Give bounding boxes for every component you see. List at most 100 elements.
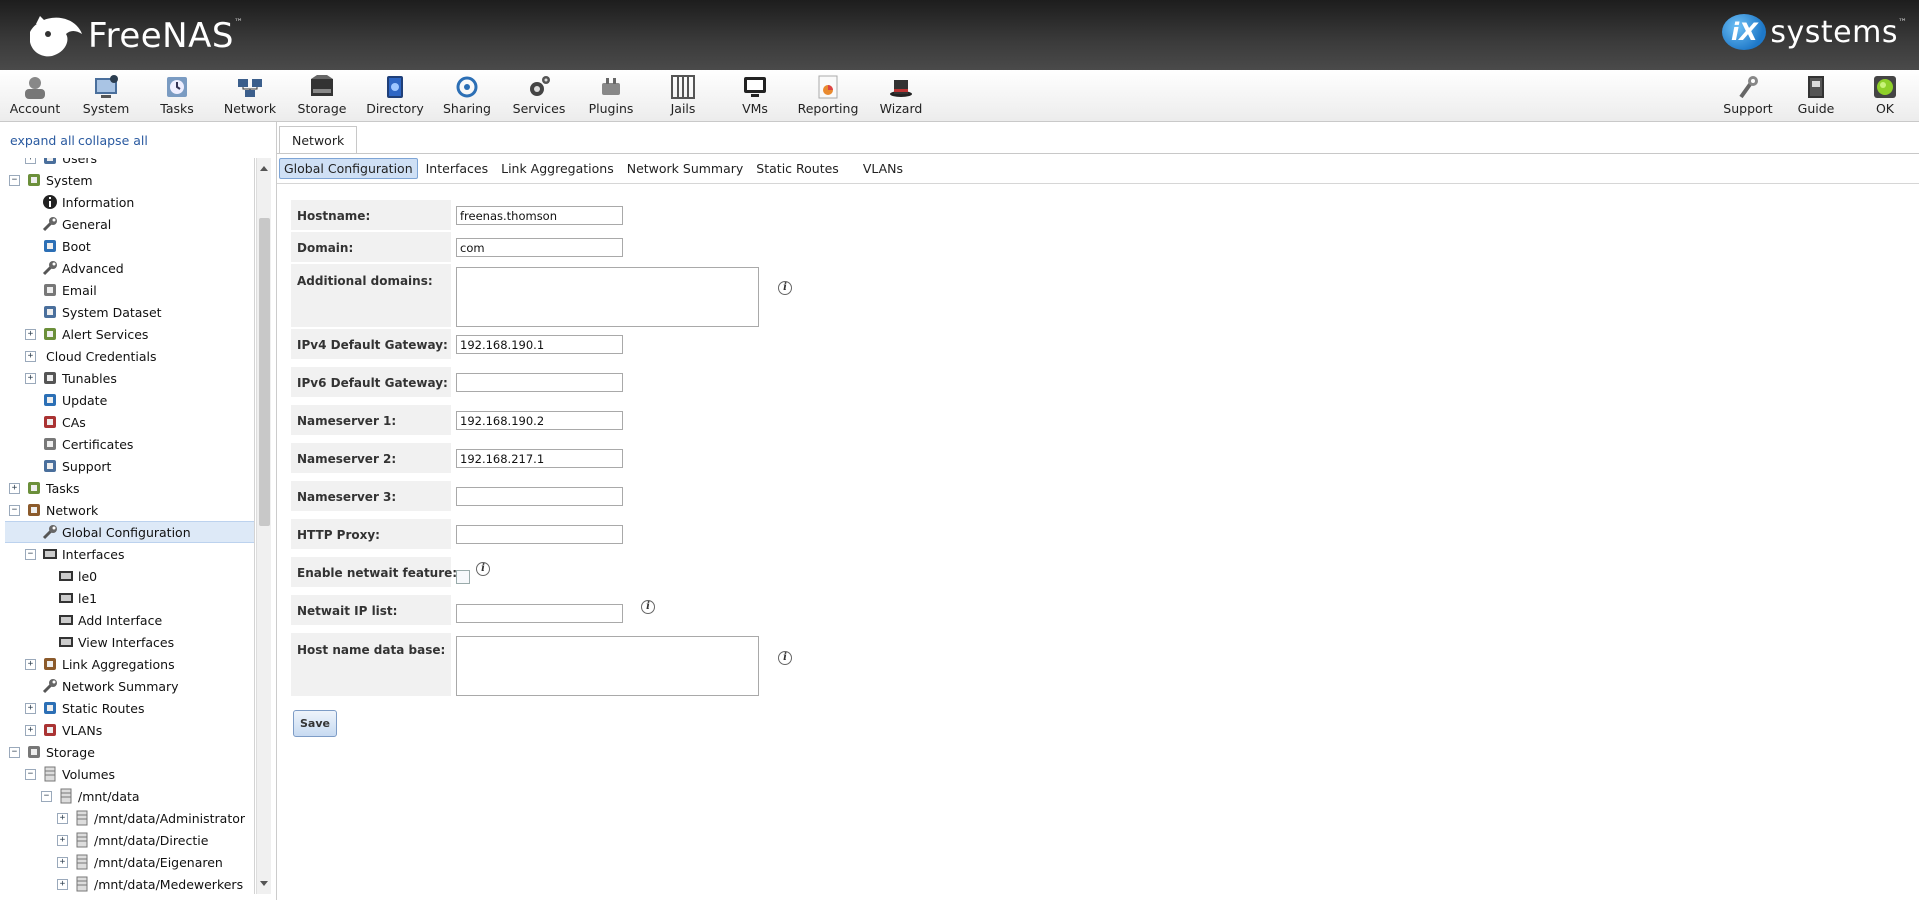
tree-item[interactable]: Boot — [5, 235, 254, 257]
toolbar-support-button[interactable]: Support — [1714, 73, 1782, 119]
tree-item[interactable]: Network Summary — [5, 675, 254, 697]
netwait-ip-input[interactable] — [456, 604, 623, 623]
tree-scrollbar[interactable] — [256, 158, 271, 894]
tree-item[interactable]: CAs — [5, 411, 254, 433]
link-aggregation-icon — [44, 658, 56, 670]
tree-item[interactable]: − Interfaces — [5, 543, 254, 565]
collapse-toggle-icon[interactable]: − — [25, 548, 36, 560]
expand-toggle-icon[interactable]: + — [57, 812, 68, 824]
toolbar-directory-button[interactable]: Directory — [361, 73, 429, 119]
tree-item[interactable]: − /mnt/data — [5, 785, 254, 807]
subtab-static-routes[interactable]: Static Routes — [751, 158, 844, 179]
collapse-all-link[interactable]: collapse all — [78, 133, 148, 148]
toolbar-sharing-button[interactable]: Sharing — [433, 73, 501, 119]
tree-item[interactable]: + VLANs — [5, 719, 254, 741]
scroll-down-arrow-icon[interactable] — [260, 881, 268, 886]
expand-toggle-icon[interactable]: + — [25, 350, 36, 362]
tree-item[interactable]: le1 — [5, 587, 254, 609]
tree-item[interactable]: Update — [5, 389, 254, 411]
tree-item[interactable]: − System — [5, 169, 254, 191]
host-name-data-base-textarea[interactable] — [456, 636, 759, 696]
tree-item[interactable]: + Tasks — [5, 477, 254, 499]
tree-item[interactable]: Support — [5, 455, 254, 477]
toolbar-storage-button[interactable]: Storage — [288, 73, 356, 119]
toolbar-guide-button[interactable]: Guide — [1782, 73, 1850, 119]
tree-item[interactable]: + Link Aggregations — [5, 653, 254, 675]
subtab-vlans[interactable]: VLANs — [858, 158, 908, 179]
tree-item[interactable]: Certificates — [5, 433, 254, 455]
tree-item[interactable]: Advanced — [5, 257, 254, 279]
scroll-thumb[interactable] — [259, 218, 270, 526]
tree-item[interactable]: General — [5, 213, 254, 235]
tree-item[interactable]: Information — [5, 191, 254, 213]
expand-toggle-icon[interactable]: + — [25, 158, 36, 164]
tree-item[interactable]: Add Interface — [5, 609, 254, 631]
tree-item[interactable]: + /mnt/data/Administrator — [5, 807, 254, 829]
ipv6-gateway-input[interactable] — [456, 373, 623, 392]
expand-all-link[interactable]: expand all — [10, 133, 75, 148]
ipv4-gateway-input[interactable] — [456, 335, 623, 354]
expand-toggle-icon[interactable]: + — [25, 702, 36, 714]
tree-item[interactable]: le0 — [5, 565, 254, 587]
collapse-toggle-icon[interactable]: − — [9, 504, 20, 516]
expand-toggle-icon[interactable]: + — [25, 724, 36, 736]
toolbar-reporting-button[interactable]: Reporting — [794, 73, 862, 119]
subtab-network-summary[interactable]: Network Summary — [622, 158, 749, 179]
tree-item[interactable]: + Cloud Credentials — [5, 345, 254, 367]
collapse-toggle-icon[interactable]: − — [41, 790, 52, 802]
tree-item[interactable]: System Dataset — [5, 301, 254, 323]
nameserver1-input[interactable] — [456, 411, 623, 430]
hostname-input[interactable] — [456, 206, 623, 225]
domain-input[interactable] — [456, 238, 623, 257]
toolbar-plugins-button[interactable]: Plugins — [577, 73, 645, 119]
additional-domains-textarea[interactable] — [456, 267, 759, 327]
toolbar-vms-button[interactable]: VMs — [721, 73, 789, 119]
collapse-toggle-icon[interactable]: − — [25, 768, 36, 780]
subtab-interfaces[interactable]: Interfaces — [421, 158, 493, 179]
expand-toggle-icon[interactable]: + — [57, 856, 68, 868]
expand-toggle-icon[interactable]: + — [25, 328, 36, 340]
tree-item[interactable]: − Volumes — [5, 763, 254, 785]
tree-item[interactable]: + Users — [5, 158, 254, 169]
tree-item[interactable]: Email — [5, 279, 254, 301]
save-button[interactable]: Save — [293, 710, 337, 737]
tree-item[interactable]: + /mnt/data/Eigenaren — [5, 851, 254, 873]
tree-item[interactable]: + Static Routes — [5, 697, 254, 719]
netwait-ip-help-icon[interactable]: i — [641, 600, 655, 614]
toolbar-jails-button[interactable]: Jails — [649, 73, 717, 119]
toolbar-network-button[interactable]: Network — [216, 73, 284, 119]
toolbar-account-button[interactable]: Account — [1, 73, 69, 119]
additional-domains-help-icon[interactable]: i — [778, 281, 792, 295]
nameserver2-input[interactable] — [456, 449, 623, 468]
tree-item[interactable]: + Tunables — [5, 367, 254, 389]
host-name-data-base-help-icon[interactable]: i — [778, 651, 792, 665]
http-proxy-input[interactable] — [456, 525, 623, 544]
netwait-help-icon[interactable]: i — [476, 562, 490, 576]
tree-item[interactable]: + /mnt/data/Medewerkers — [5, 873, 254, 894]
toolbar-system-button[interactable]: System — [72, 73, 140, 119]
netwait-checkbox[interactable] — [456, 570, 470, 584]
nameserver3-input[interactable] — [456, 487, 623, 506]
toolbar-tasks-button[interactable]: Tasks — [143, 73, 211, 119]
tree-item[interactable]: + Alert Services — [5, 323, 254, 345]
expand-toggle-icon[interactable]: + — [25, 658, 36, 670]
subtab-global-configuration[interactable]: Global Configuration — [279, 157, 418, 179]
toolbar-alert-ok-button[interactable]: OK — [1851, 73, 1919, 119]
expand-toggle-icon[interactable]: + — [9, 482, 20, 494]
tab-network[interactable]: Network — [279, 126, 358, 154]
scroll-up-arrow-icon[interactable] — [260, 166, 268, 171]
toolbar-wizard-button[interactable]: Wizard — [867, 73, 935, 119]
toolbar-services-button[interactable]: Services — [505, 73, 573, 119]
tree-item[interactable]: − Network — [5, 499, 254, 521]
expand-toggle-icon[interactable]: + — [57, 834, 68, 846]
tree-item[interactable]: View Interfaces — [5, 631, 254, 653]
boot-icon — [44, 240, 56, 252]
tree-item[interactable]: Global Configuration — [5, 521, 254, 543]
tree-item[interactable]: + /mnt/data/Directie — [5, 829, 254, 851]
tree-item[interactable]: − Storage — [5, 741, 254, 763]
collapse-toggle-icon[interactable]: − — [9, 746, 20, 758]
expand-toggle-icon[interactable]: + — [25, 372, 36, 384]
expand-toggle-icon[interactable]: + — [57, 878, 68, 890]
collapse-toggle-icon[interactable]: − — [9, 174, 20, 186]
subtab-link-aggregations[interactable]: Link Aggregations — [496, 158, 619, 179]
